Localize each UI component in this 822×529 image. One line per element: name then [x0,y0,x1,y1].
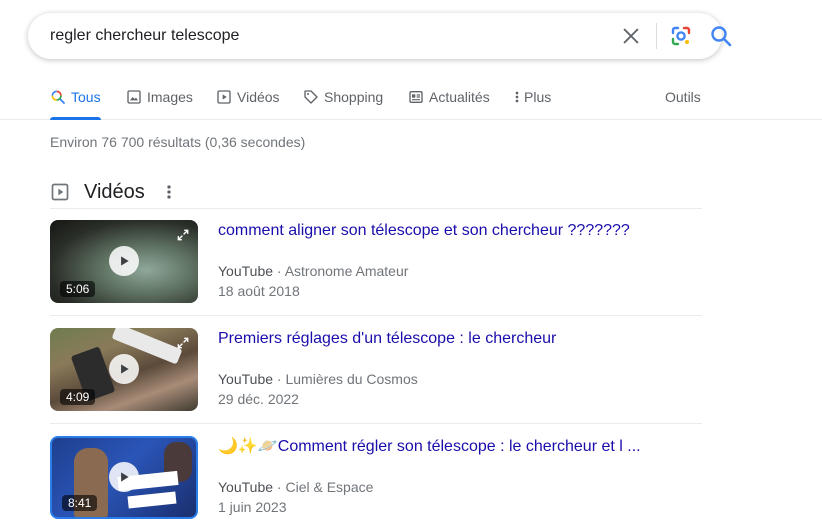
video-title-link[interactable]: 🌙✨🪐Comment régler son télescope : le che… [218,436,641,458]
tag-icon [303,89,319,105]
videos-section-header: Vidéos [50,176,702,208]
play-icon [109,246,139,276]
tab-tous[interactable]: Tous [50,74,101,120]
thumbnail-banner [127,491,177,509]
tab-plus[interactable]: Plus [512,74,551,119]
video-source: YouTube · Ciel & Espace [218,479,373,495]
video-platform: YouTube [218,479,274,495]
tab-videos[interactable]: Vidéos [216,74,280,119]
expand-icon [176,336,190,350]
video-result: 4:09 Premiers réglages d'un télescope : … [50,316,702,424]
video-thumbnail[interactable]: 8:41 [50,436,198,519]
video-result: 8:41 🌙✨🪐Comment régler son télescope : l… [50,424,702,529]
tab-shopping[interactable]: Shopping [303,74,383,119]
video-platform: YouTube [218,263,274,279]
image-icon [126,89,142,105]
result-stats: Environ 76 700 résultats (0,36 secondes) [50,134,306,150]
video-title-link[interactable]: Premiers réglages d'un télescope : le ch… [218,328,556,350]
video-duration: 4:09 [60,389,96,405]
video-thumbnail[interactable]: 5:06 [50,220,198,303]
video-date: 18 août 2018 [218,283,300,299]
search-divider [656,23,657,49]
video-source: YouTube · Lumières du Cosmos [218,371,418,387]
search-icon[interactable] [709,24,733,48]
more-vert-icon [512,89,522,105]
tools-button[interactable]: Outils [665,74,701,119]
source-separator: · [273,371,286,387]
video-channel: Ciel & Espace [285,479,374,495]
video-date: 29 déc. 2022 [218,391,299,407]
video-duration: 5:06 [60,281,96,297]
tab-label: Plus [524,88,552,105]
video-section-icon [50,182,70,202]
tab-label: Tous [71,88,101,105]
search-icon [50,89,66,105]
play-icon [216,89,232,105]
google-lens-icon[interactable] [669,24,693,48]
source-separator: · [273,479,286,495]
clear-icon[interactable] [620,25,642,47]
video-platform: YouTube [218,371,274,387]
play-icon [109,354,139,384]
video-date: 1 juin 2023 [218,499,287,515]
search-box [28,13,732,59]
expand-icon [176,228,190,242]
video-result: 5:06 comment aligner son télescope et so… [50,208,702,316]
videos-section-title: Vidéos [84,180,145,203]
video-channel: Lumières du Cosmos [285,371,418,387]
more-options-icon[interactable] [161,182,177,202]
tab-actualites[interactable]: Actualités [408,74,490,119]
tab-label: Images [147,88,193,105]
video-duration: 8:41 [62,495,98,511]
video-thumbnail[interactable]: 4:09 [50,328,198,411]
tools-label: Outils [665,88,701,105]
tab-label: Actualités [429,88,490,105]
search-tabs: Tous Images Vidéos Shopping Actualités P… [0,74,822,120]
video-channel: Astronome Amateur [284,263,409,279]
video-source: YouTube · Astronome Amateur [218,263,408,279]
tab-label: Vidéos [237,88,280,105]
source-separator: · [273,263,285,279]
video-title-link[interactable]: comment aligner son télescope et son che… [218,220,630,242]
news-icon [408,89,424,105]
play-icon [109,462,139,492]
tab-label: Shopping [324,88,384,105]
tab-images[interactable]: Images [126,74,193,119]
search-input[interactable] [50,13,570,59]
